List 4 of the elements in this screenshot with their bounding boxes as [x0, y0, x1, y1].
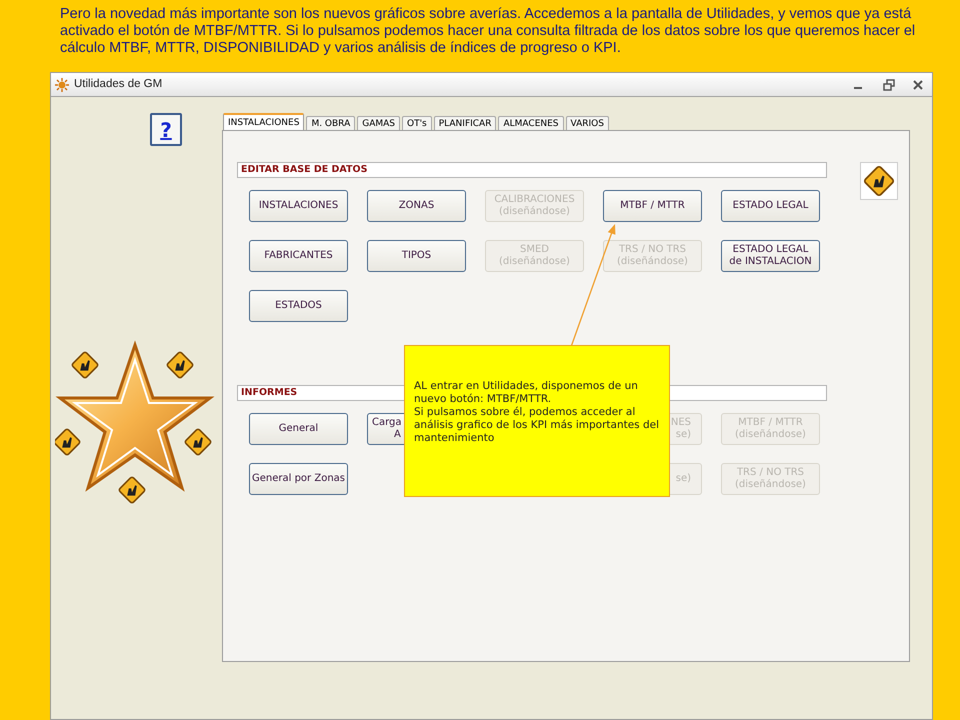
section-header: EDITAR BASE DE DATOS — [237, 162, 827, 178]
callout-text: Si pulsamos sobre él, podemos acceder al análisis grafico de los KPI más importantes del mantenimiento — [414, 406, 660, 445]
slide-text: Pero la novedad más importante son los nuevos gráficos sobre averías. Accedemos a la pantalla de Utilidades, y vemos que ya está activado el botón de MTBF/MTTR. Si lo pulsamos podemos hacer una consulta filtrada de los datos sobre los que queremos hacer el cálculo MTBF, MTTR, DISPONIBILIDAD y varios análisis de índices de progreso o KPI. — [60, 6, 916, 57]
window-title: Utilidades de GM — [74, 76, 162, 92]
